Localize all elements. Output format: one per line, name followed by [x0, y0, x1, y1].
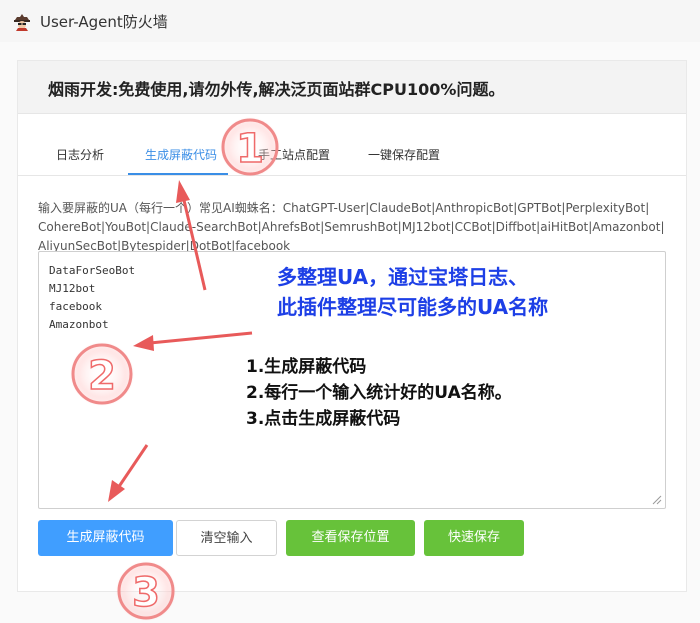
annotation-blue-line-1: 多整理UA，通过宝塔日志、	[277, 265, 529, 289]
annotation-step-3: 3.点击生成屏蔽代码	[246, 409, 401, 429]
resize-grip-icon[interactable]	[650, 493, 662, 505]
annotation-blue-line-2: 此插件整理尽可能多的UA名称	[277, 295, 549, 319]
ua-line: DataForSeoBot	[49, 264, 136, 277]
quick-save-button[interactable]: 快速保存	[424, 520, 524, 556]
active-tab-indicator	[128, 173, 228, 175]
tab-bar: 日志分析 生成屏蔽代码 手工站点配置 一键保存配置	[18, 131, 686, 176]
view-save-location-button[interactable]: 查看保存位置	[286, 520, 415, 556]
ua-line: MJ12bot	[49, 282, 96, 295]
window-title: User-Agent防火墙	[40, 13, 168, 31]
clear-input-button[interactable]: 清空输入	[176, 520, 277, 556]
ua-line: Amazonbot	[49, 318, 109, 331]
notice-banner: 烟雨开发:免费使用,请勿外传,解决泛页面站群CPU100%问题。	[18, 61, 686, 114]
tab-manual-site-config[interactable]: 手工站点配置	[258, 146, 330, 163]
notice-text: 烟雨开发:免费使用,请勿外传,解决泛页面站群CPU100%问题。	[48, 80, 505, 99]
generate-block-code-button[interactable]: 生成屏蔽代码	[38, 520, 173, 556]
ua-line: facebook	[49, 300, 102, 313]
spy-icon	[14, 14, 30, 31]
hint-line: 输入要屏蔽的UA（每行一个）常见AI蜘蛛名：ChatGPT-User|Claud…	[38, 201, 650, 215]
annotation-step-1: 1.生成屏蔽代码	[246, 357, 367, 377]
ua-hint: 输入要屏蔽的UA（每行一个）常见AI蜘蛛名：ChatGPT-User|Claud…	[38, 199, 668, 256]
tab-one-click-save[interactable]: 一键保存配置	[368, 146, 440, 163]
hint-line: CohereBot|YouBot|Claude-SearchBot|Ahrefs…	[38, 220, 665, 234]
main-panel: 烟雨开发:免费使用,请勿外传,解决泛页面站群CPU100%问题。 日志分析 生成…	[17, 60, 687, 592]
title-bar: User-Agent防火墙	[0, 0, 700, 43]
tab-generate-block-code[interactable]: 生成屏蔽代码	[145, 146, 217, 163]
tab-log-analysis[interactable]: 日志分析	[56, 146, 104, 163]
annotation-step-2: 2.每行一个输入统计好的UA名称。	[246, 383, 512, 403]
